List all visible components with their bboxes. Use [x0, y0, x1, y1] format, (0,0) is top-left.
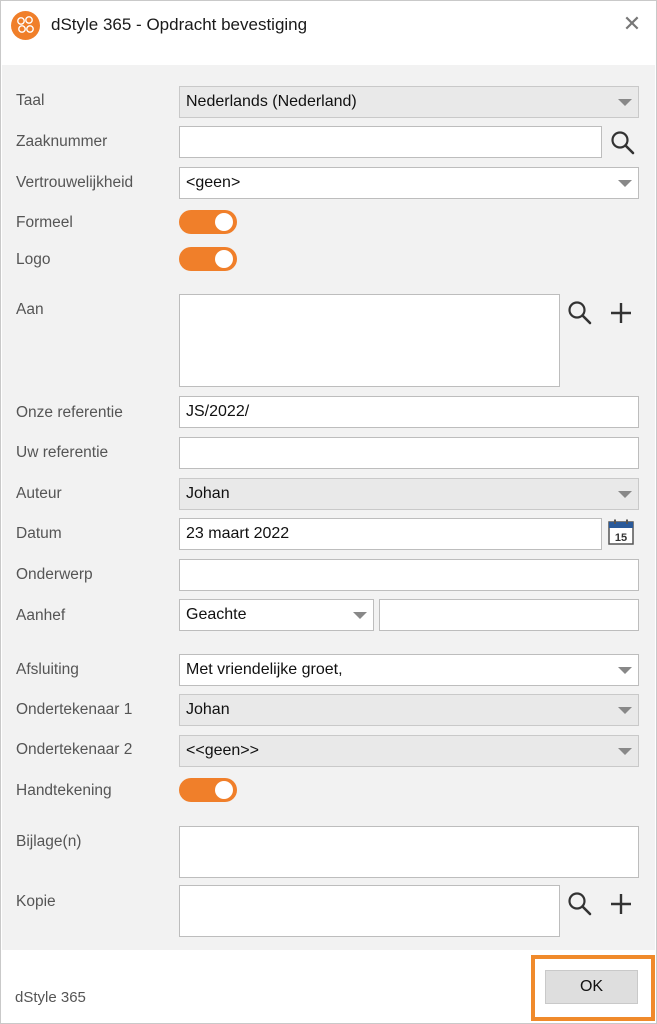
- vertrouwelijkheid-select[interactable]: <geen>: [179, 167, 639, 199]
- search-icon[interactable]: [609, 129, 637, 157]
- chevron-down-icon: [618, 707, 632, 714]
- label-handtekening: Handtekening: [16, 782, 112, 799]
- kopie-textarea[interactable]: [179, 885, 560, 937]
- aanhef-name-input[interactable]: [379, 599, 639, 631]
- label-aanhef: Aanhef: [16, 607, 66, 624]
- vertrouwelijkheid-value: <geen>: [186, 174, 241, 191]
- onze-referentie-input[interactable]: JS/2022/: [179, 396, 639, 428]
- onderwerp-input[interactable]: [179, 559, 639, 591]
- taal-value: Nederlands (Nederland): [186, 93, 357, 110]
- search-icon[interactable]: [566, 299, 594, 327]
- label-auteur: Auteur: [16, 485, 62, 502]
- chevron-down-icon: [618, 99, 632, 106]
- datum-input[interactable]: 23 maart 2022: [179, 518, 602, 550]
- uw-referentie-input[interactable]: [179, 437, 639, 469]
- calendar-day: 15: [615, 532, 627, 544]
- logo-toggle[interactable]: [179, 247, 237, 271]
- bijlagen-textarea[interactable]: [179, 826, 639, 878]
- taal-select[interactable]: Nederlands (Nederland): [179, 86, 639, 118]
- label-afsluiting: Afsluiting: [16, 661, 79, 678]
- dialog-window: dStyle 365 - Opdracht bevestiging ✕ Taal…: [0, 0, 657, 1024]
- auteur-value: Johan: [186, 485, 230, 502]
- chevron-down-icon: [353, 612, 367, 619]
- chevron-down-icon: [618, 491, 632, 498]
- title-bar: dStyle 365 - Opdracht bevestiging ✕: [1, 1, 656, 65]
- afsluiting-value: Met vriendelijke groet,: [186, 661, 343, 678]
- label-formeel: Formeel: [16, 214, 73, 231]
- formeel-toggle[interactable]: [179, 210, 237, 234]
- zaaknummer-input[interactable]: [179, 126, 602, 158]
- ok-button[interactable]: OK: [545, 970, 638, 1004]
- app-logo-icon: [11, 11, 40, 40]
- plus-icon[interactable]: [607, 299, 635, 327]
- label-zaaknummer: Zaaknummer: [16, 133, 108, 150]
- close-icon[interactable]: ✕: [619, 11, 645, 37]
- label-datum: Datum: [16, 525, 62, 542]
- label-ondertekenaar1: Ondertekenaar 1: [16, 701, 133, 718]
- chevron-down-icon: [618, 748, 632, 755]
- label-kopie: Kopie: [16, 893, 56, 910]
- ondertekenaar1-select[interactable]: Johan: [179, 694, 639, 726]
- chevron-down-icon: [618, 180, 632, 187]
- toggle-knob: [215, 213, 233, 231]
- label-ondertekenaar2: Ondertekenaar 2: [16, 741, 133, 758]
- handtekening-toggle[interactable]: [179, 778, 237, 802]
- window-title: dStyle 365 - Opdracht bevestiging: [51, 15, 308, 34]
- label-vertrouwelijkheid: Vertrouwelijkheid: [16, 174, 134, 191]
- label-onderwerp: Onderwerp: [16, 566, 93, 583]
- label-logo: Logo: [16, 251, 51, 268]
- chevron-down-icon: [618, 667, 632, 674]
- footer-brand: dStyle 365: [15, 989, 86, 1006]
- label-uw-referentie: Uw referentie: [16, 444, 109, 461]
- ondertekenaar2-select[interactable]: <<geen>>: [179, 735, 639, 767]
- search-icon[interactable]: [566, 890, 594, 918]
- label-onze-referentie: Onze referentie: [16, 404, 123, 421]
- aanhef-value: Geachte: [186, 606, 247, 623]
- ondertekenaar1-value: Johan: [186, 701, 230, 718]
- auteur-select[interactable]: Johan: [179, 478, 639, 510]
- plus-icon[interactable]: [607, 890, 635, 918]
- label-taal: Taal: [16, 92, 45, 109]
- label-aan: Aan: [16, 301, 44, 318]
- aanhef-select[interactable]: Geachte: [179, 599, 374, 631]
- toggle-knob: [215, 250, 233, 268]
- aan-textarea[interactable]: [179, 294, 560, 387]
- toggle-knob: [215, 781, 233, 799]
- afsluiting-select[interactable]: Met vriendelijke groet,: [179, 654, 639, 686]
- calendar-icon[interactable]: 15: [607, 518, 635, 546]
- label-bijlagen: Bijlage(n): [16, 833, 82, 850]
- ondertekenaar2-value: <<geen>>: [186, 742, 259, 759]
